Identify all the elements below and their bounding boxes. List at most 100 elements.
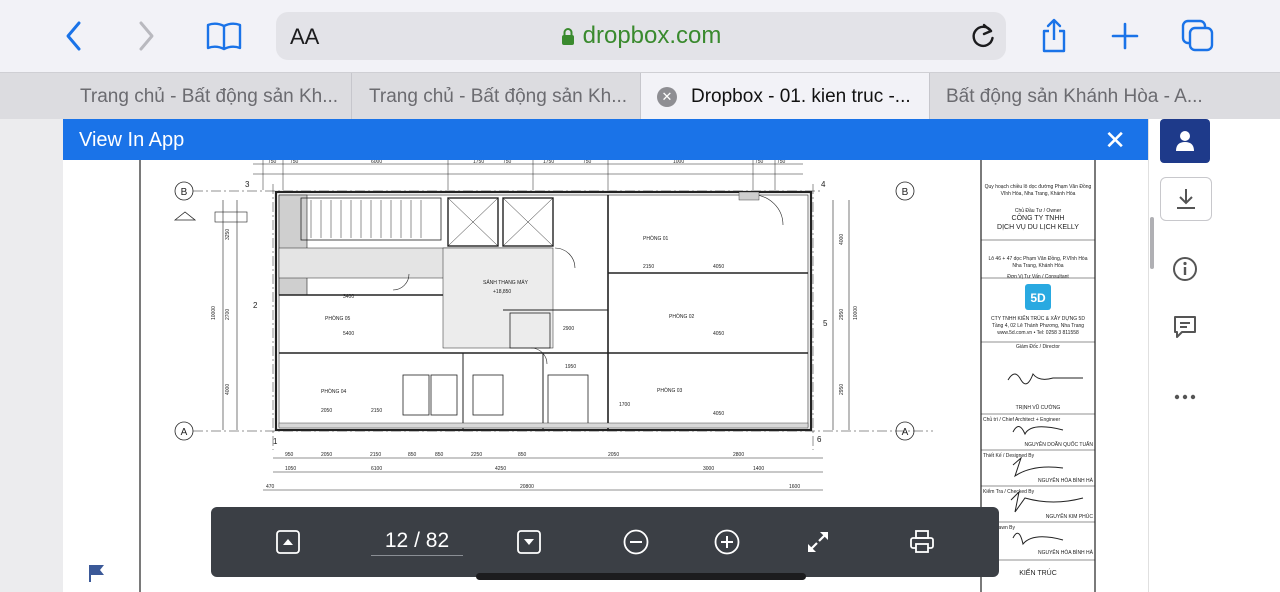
zoom-out-icon: [623, 529, 649, 555]
tb-director-label: Giám Đốc / Director: [1016, 344, 1060, 350]
dim-text: 750: [755, 160, 764, 165]
expand-icon: [808, 532, 828, 552]
dim-text: 950: [285, 452, 294, 458]
chief-signature: [1012, 426, 1064, 436]
share-icon: [1042, 18, 1066, 53]
current-page[interactable]: 12: [385, 529, 408, 552]
account-button[interactable]: [1160, 119, 1210, 163]
room-label: PHÒNG 02: [669, 313, 695, 320]
room-label: PHÒNG 03: [657, 387, 683, 394]
dim-text: 2950: [839, 309, 845, 320]
dim-text: 1750: [543, 160, 554, 165]
arrow-down-box-icon: [517, 530, 541, 554]
zoom-out-button[interactable]: [619, 525, 653, 559]
bookmarks-button[interactable]: [202, 14, 246, 58]
address-bar[interactable]: AA dropbox.com: [276, 12, 1006, 60]
more-icon: [1174, 394, 1196, 400]
print-button[interactable]: [905, 525, 939, 559]
tab-3-active[interactable]: ✕ Dropbox - 01. kien truc -...: [641, 73, 930, 120]
fullscreen-button[interactable]: [801, 525, 835, 559]
tabs-icon: [1181, 19, 1214, 52]
tab-1[interactable]: Trang chủ - Bất động sản Kh...: [0, 73, 352, 120]
info-button[interactable]: [1160, 247, 1210, 291]
tab-4[interactable]: Bất động sản Khánh Hòa - A...: [930, 73, 1280, 120]
logo-text: 5D: [1030, 291, 1046, 305]
document-scrollbar[interactable]: [1150, 217, 1154, 269]
arrow-up-box-icon: [276, 530, 300, 554]
prev-page-button[interactable]: [271, 525, 305, 559]
dim-text: 2150: [370, 452, 381, 458]
view-in-app-text[interactable]: View In App: [79, 129, 184, 152]
interior-dim: 2050: [321, 408, 332, 414]
reload-button[interactable]: [970, 22, 996, 55]
new-tab-button[interactable]: [1103, 14, 1147, 58]
download-button[interactable]: [1160, 177, 1212, 221]
page-indicator[interactable]: 12 / 82: [371, 529, 463, 556]
grid-label: B: [181, 187, 188, 198]
comments-button[interactable]: [1160, 305, 1210, 349]
printer-icon: [910, 530, 934, 553]
close-tab-icon[interactable]: ✕: [657, 86, 677, 107]
tb-chief-name: NGUYỄN DOÃN QUỐC TUẤN: [1024, 442, 1093, 448]
dim-text: 2800: [733, 452, 744, 458]
dim-text: 750: [583, 160, 592, 165]
comment-icon: [1174, 316, 1196, 338]
zoom-in-button[interactable]: [710, 525, 744, 559]
dim-text: 1750: [473, 160, 484, 165]
tb-company-1: CÔNG TY TNHH: [1011, 215, 1065, 222]
chevron-left-icon: [66, 21, 81, 51]
dim-text: 2050: [608, 452, 619, 458]
share-button[interactable]: [1032, 14, 1076, 58]
interior-dim: 1950: [565, 364, 576, 370]
back-button[interactable]: [52, 14, 96, 58]
grid-label: 5: [823, 319, 828, 328]
url-domain: dropbox.com: [582, 22, 722, 49]
report-flag-button[interactable]: [86, 562, 108, 589]
total-pages: 82: [425, 529, 450, 552]
tb-owner-label: Chủ Đầu Tư / Owner: [1014, 208, 1062, 214]
interior-dim: 4050: [713, 411, 724, 417]
dim-text: 6000: [371, 160, 382, 165]
grid-label: 3: [245, 180, 250, 189]
more-options-button[interactable]: [1160, 375, 1210, 419]
tb-consultant-info: CTY TNHH KIẾN TRÚC & XÂY DỰNG 5D Tầng 4,…: [991, 316, 1085, 336]
dim-text: 850: [408, 452, 417, 458]
home-indicator[interactable]: [476, 573, 806, 580]
zoom-in-icon: [714, 529, 740, 555]
tab-2[interactable]: Trang chủ - Bất động sản Kh...: [352, 73, 641, 120]
tabs-overview-button[interactable]: [1176, 14, 1220, 58]
close-banner-icon[interactable]: ✕: [1104, 125, 1126, 156]
room-label: PHÒNG 04: [321, 388, 347, 395]
interior-dim: 2150: [371, 408, 382, 414]
dim-text: 1400: [753, 466, 764, 472]
room-label: PHÒNG 05: [325, 315, 351, 322]
forward-button[interactable]: [124, 14, 168, 58]
interior-dim: 2900: [563, 326, 574, 332]
dim-text: 2250: [471, 452, 482, 458]
grid-label: 4: [821, 180, 826, 189]
dim-text: 4000: [839, 234, 845, 245]
dim-text: 1600: [789, 484, 800, 490]
tb-address: Lô 46 + 47 dọc Phạm Văn Đồng, P.Vĩnh Hòa…: [988, 256, 1088, 269]
plus-icon: [1111, 22, 1139, 50]
dim-text: 2700: [225, 309, 231, 320]
dim-text: 750: [290, 160, 299, 165]
dim-text: 4250: [495, 466, 506, 472]
designer-signature: [1012, 456, 1064, 478]
tb-designer-name: NGUYỄN HÒA BÌNH HÀ: [1037, 478, 1093, 484]
interior-dim: 4050: [713, 264, 724, 270]
view-in-app-banner[interactable]: View In App ✕: [63, 119, 1148, 160]
room-label: SẢNH THANG MÁY: [483, 279, 529, 286]
tb-company-2: DỊCH VỤ DU LỊCH KELLY: [997, 224, 1079, 231]
tb-consultant-label: Đơn Vị Tư Vấn / Consultant: [1007, 274, 1069, 280]
book-icon: [206, 22, 242, 51]
dim-text: 4000: [225, 384, 231, 395]
interior-dim: 3400: [343, 294, 354, 300]
web-content: B B A A 3 4 2 5 1 6 SẢNH THANG MÁY +18,8…: [0, 119, 1280, 592]
dropbox-sidebar: [1148, 119, 1280, 592]
tb-designer-label: Thiết Kế / Designed By: [983, 453, 1035, 459]
tab-title: Bất động sản Khánh Hòa - A...: [946, 85, 1203, 107]
lock-icon: [561, 27, 574, 45]
next-page-button[interactable]: [512, 525, 546, 559]
grid-label: 6: [817, 435, 822, 444]
